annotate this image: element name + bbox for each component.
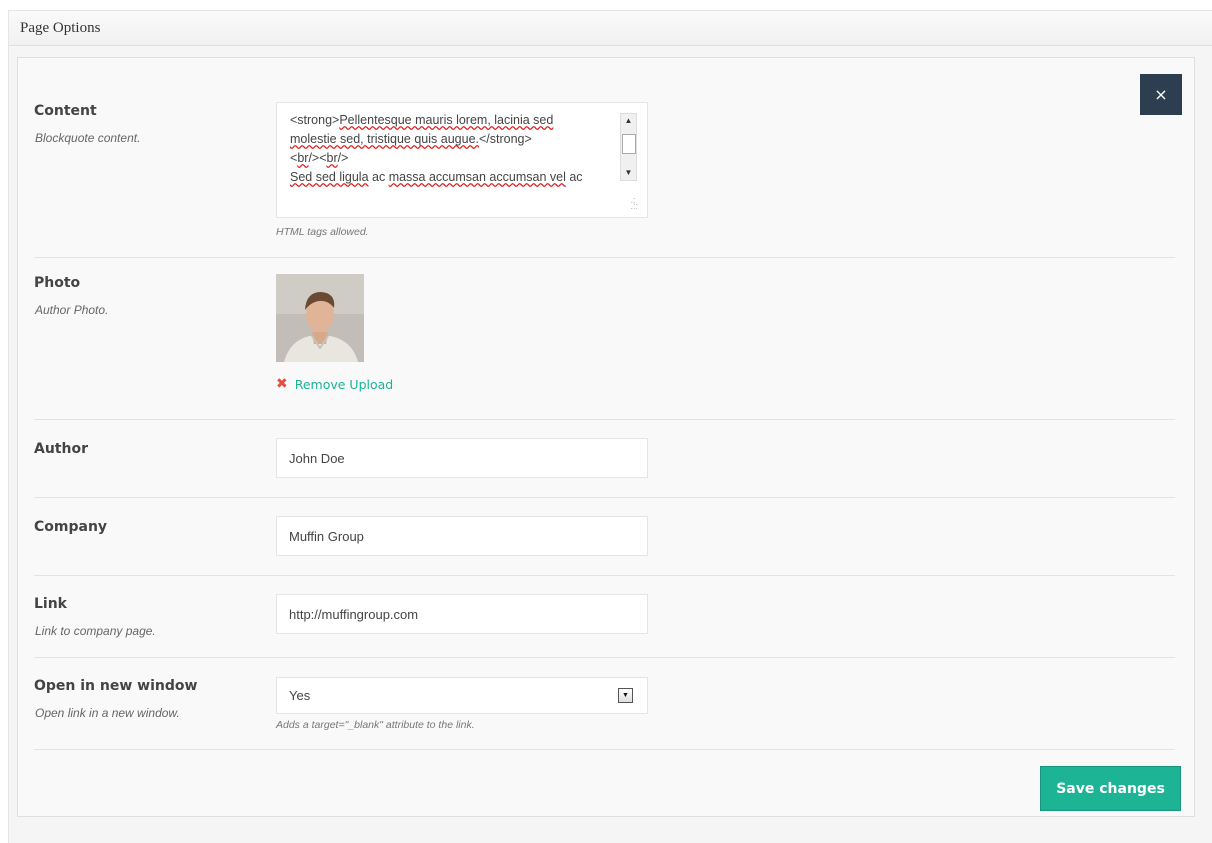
remove-upload-link[interactable]: ✖ Remove Upload [276, 376, 393, 392]
company-label: Company [34, 519, 108, 535]
link-label: Link [34, 596, 67, 612]
content-hint: HTML tags allowed. [276, 226, 369, 238]
photo-desc: Author Photo. [35, 303, 109, 317]
author-row: Author John Doe [34, 419, 1175, 498]
company-row: Company Muffin Group [34, 497, 1175, 576]
chevron-down-icon[interactable]: ▼ [618, 688, 633, 703]
remove-upload-label: Remove Upload [294, 376, 394, 392]
new-window-label: Open in new window [34, 678, 198, 694]
new-window-select[interactable]: Yes ▼ [276, 677, 648, 714]
content-desc: Blockquote content. [35, 131, 141, 145]
link-input[interactable]: http://muffingroup.com [276, 594, 648, 634]
resize-grip-icon[interactable]: .:.:: [630, 196, 638, 211]
new-window-row: Open in new window Open link in a new wi… [34, 657, 1175, 750]
textarea-line: Sed sed ligula ac massa accumsan accumsa… [290, 170, 583, 184]
photo-label: Photo [34, 275, 81, 291]
content-label: Content [34, 103, 97, 119]
textarea-scrollbar[interactable]: ▲ ▼ [620, 113, 637, 181]
save-changes-button[interactable]: Save changes [1040, 766, 1181, 811]
remove-icon: ✖ [276, 376, 288, 392]
postbox-title: Page Options [20, 20, 101, 36]
new-window-hint: Adds a target="_blank" attribute to the … [276, 719, 475, 731]
content-textarea[interactable]: <strong>Pellentesque mauris lorem, lacin… [276, 102, 648, 218]
textarea-line: <br/><br/> [290, 151, 349, 165]
textarea-line: <strong>Pellentesque mauris lorem, lacin… [290, 113, 554, 127]
textarea-line: molestie sed, tristique quis augue.</str… [290, 132, 532, 146]
author-label: Author [34, 441, 88, 457]
photo-row: Photo Author Photo. ✖ Remove Upload [34, 257, 1175, 420]
scroll-up-icon[interactable]: ▲ [621, 114, 636, 128]
author-photo [276, 274, 364, 362]
new-window-selected: Yes [289, 688, 311, 703]
scroll-down-icon[interactable]: ▼ [621, 166, 636, 180]
options-panel: × Content Blockquote content. <strong>Pe… [17, 57, 1195, 817]
link-desc: Link to company page. [35, 624, 156, 638]
link-row: Link Link to company page. http://muffin… [34, 575, 1175, 658]
new-window-desc: Open link in a new window. [35, 706, 180, 720]
author-input[interactable]: John Doe [276, 438, 648, 478]
company-input[interactable]: Muffin Group [276, 516, 648, 556]
content-row: Content Blockquote content. <strong>Pell… [34, 58, 1175, 258]
author-photo-image [276, 274, 364, 362]
postbox-header: Page Options [9, 11, 1212, 46]
scroll-thumb[interactable] [622, 134, 636, 154]
